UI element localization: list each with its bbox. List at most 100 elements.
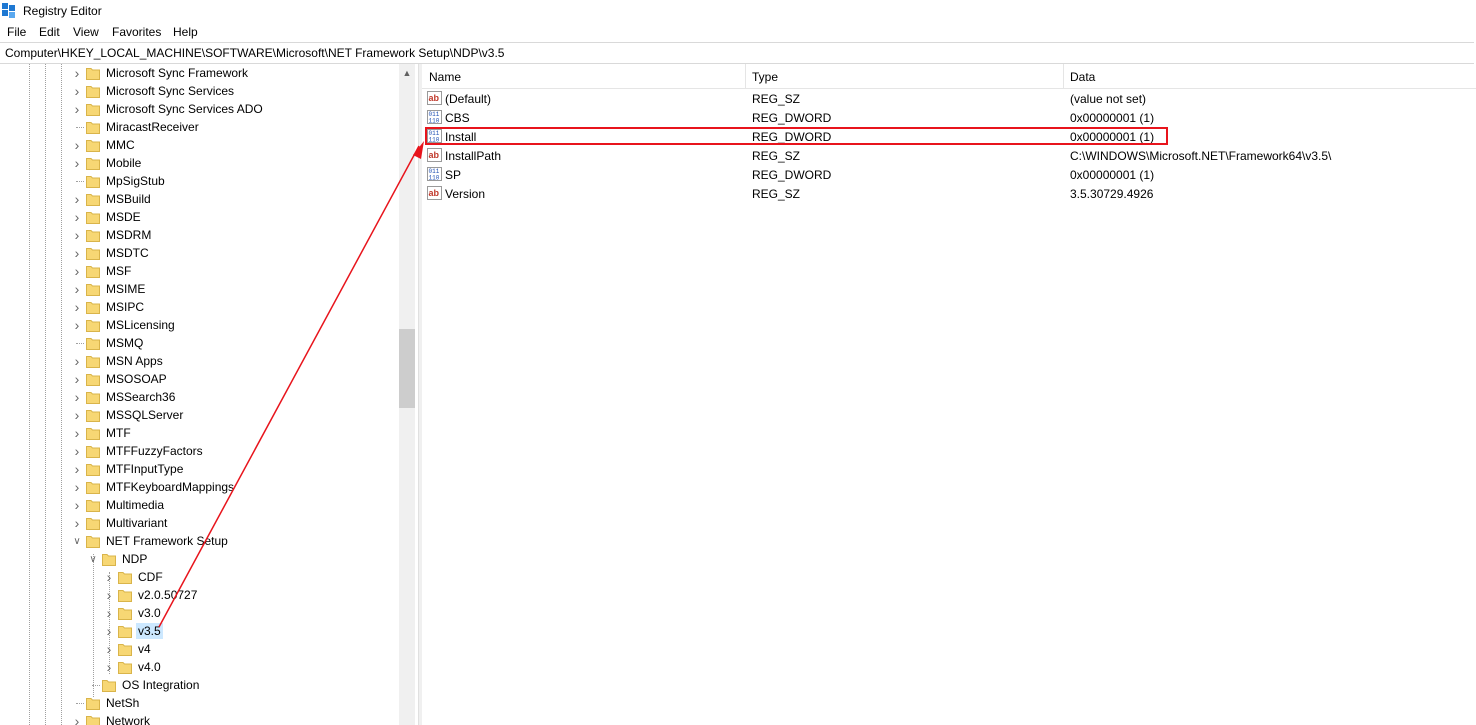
chevron-right-icon[interactable]: ›	[72, 155, 82, 171]
scroll-thumb[interactable]	[399, 329, 415, 408]
tree-item[interactable]: › MSSearch36	[0, 388, 399, 406]
tree-item[interactable]: › v4	[0, 640, 399, 658]
scroll-up-button[interactable]: ▲	[399, 64, 415, 81]
chevron-right-icon[interactable]: ›	[72, 389, 82, 405]
tree-item[interactable]: › MMC	[0, 136, 399, 154]
tree-scrollbar[interactable]: ▲	[399, 64, 415, 725]
chevron-right-icon[interactable]: ›	[72, 191, 82, 207]
tree-item-label[interactable]: MMC	[104, 137, 137, 153]
value-row[interactable]: 011 110 SP REG_DWORD 0x00000001 (1)	[422, 165, 1476, 184]
tree-item[interactable]: › MSDTC	[0, 244, 399, 262]
tree-item-label[interactable]: MSIPC	[104, 299, 146, 315]
tree-item-label[interactable]: MSIME	[104, 281, 147, 297]
address-path[interactable]: Computer\HKEY_LOCAL_MACHINE\SOFTWARE\Mic…	[5, 46, 504, 60]
column-separator[interactable]	[745, 64, 746, 88]
tree-item[interactable]: MSMQ	[0, 334, 399, 352]
tree-item[interactable]: › v3.0	[0, 604, 399, 622]
tree-item[interactable]: ∨ NDP	[0, 550, 399, 568]
chevron-right-icon[interactable]: ›	[104, 605, 114, 621]
tree-item[interactable]: › Microsoft Sync Services ADO	[0, 100, 399, 118]
tree-item-label[interactable]: MSMQ	[104, 335, 145, 351]
tree-item[interactable]: › Microsoft Sync Services	[0, 82, 399, 100]
tree-item[interactable]: › v4.0	[0, 658, 399, 676]
tree-item-label[interactable]: Microsoft Sync Services ADO	[104, 101, 265, 117]
column-data-header[interactable]: Data	[1070, 70, 1095, 84]
tree-item-label[interactable]: v4	[136, 641, 153, 657]
tree-item-label[interactable]: NetSh	[104, 695, 141, 711]
menu-view[interactable]: View	[73, 25, 99, 39]
tree-item-label[interactable]: MTFKeyboardMappings	[104, 479, 236, 495]
chevron-right-icon[interactable]: ›	[72, 227, 82, 243]
chevron-right-icon[interactable]: ›	[72, 137, 82, 153]
column-separator[interactable]	[1063, 64, 1064, 88]
tree-item[interactable]: › MSSQLServer	[0, 406, 399, 424]
tree-item[interactable]: › Multivariant	[0, 514, 399, 532]
tree-item-label[interactable]: Network	[104, 713, 152, 725]
tree-item[interactable]: ∨ NET Framework Setup	[0, 532, 399, 550]
tree-item-label[interactable]: MSSQLServer	[104, 407, 185, 423]
tree-item[interactable]: › MSIME	[0, 280, 399, 298]
tree-item[interactable]: › MTF	[0, 424, 399, 442]
value-row[interactable]: ab Version REG_SZ 3.5.30729.4926	[422, 184, 1476, 203]
tree-item-label[interactable]: MSSearch36	[104, 389, 177, 405]
tree-item-label[interactable]: MSLicensing	[104, 317, 177, 333]
values-list[interactable]: Name Type Data ab (Default) REG_SZ (value n…	[422, 64, 1476, 725]
chevron-right-icon[interactable]: ›	[72, 407, 82, 423]
chevron-right-icon[interactable]: ›	[72, 299, 82, 315]
tree-item-label[interactable]: MTF	[104, 425, 133, 441]
chevron-right-icon[interactable]: ›	[72, 443, 82, 459]
chevron-right-icon[interactable]: ›	[72, 209, 82, 225]
tree-item[interactable]: NetSh	[0, 694, 399, 712]
tree-item-label[interactable]: Microsoft Sync Services	[104, 83, 236, 99]
tree-item-label[interactable]: MTFInputType	[104, 461, 185, 477]
tree-item-label[interactable]: Microsoft Sync Framework	[104, 65, 250, 81]
tree-item-label[interactable]: MSF	[104, 263, 133, 279]
menu-file[interactable]: File	[7, 25, 26, 39]
chevron-right-icon[interactable]: ›	[72, 515, 82, 531]
tree-item[interactable]: › Microsoft Sync Framework	[0, 64, 399, 82]
tree-item-label[interactable]: v3.0	[136, 605, 163, 621]
tree-item[interactable]: › MTFInputType	[0, 460, 399, 478]
address-bar[interactable]: Computer\HKEY_LOCAL_MACHINE\SOFTWARE\Mic…	[0, 42, 1474, 64]
tree-item[interactable]: MpSigStub	[0, 172, 399, 190]
chevron-right-icon[interactable]: ›	[104, 623, 114, 639]
tree-item-label[interactable]: CDF	[136, 569, 165, 585]
tree-item[interactable]: › MSN Apps	[0, 352, 399, 370]
chevron-down-icon[interactable]: ∨	[72, 536, 82, 547]
value-row[interactable]: ab InstallPath REG_SZ C:\WINDOWS\Microsoft.…	[422, 146, 1476, 165]
value-row[interactable]: ab (Default) REG_SZ (value not set)	[422, 89, 1476, 108]
tree-item[interactable]: › MSDRM	[0, 226, 399, 244]
tree-item-label[interactable]: MiracastReceiver	[104, 119, 201, 135]
tree-item[interactable]: › MTFKeyboardMappings	[0, 478, 399, 496]
tree-item-label[interactable]: Multimedia	[104, 497, 166, 513]
chevron-right-icon[interactable]: ›	[72, 461, 82, 477]
tree-item-label[interactable]: v4.0	[136, 659, 163, 675]
chevron-right-icon[interactable]: ›	[72, 83, 82, 99]
tree-item[interactable]: › MSBuild	[0, 190, 399, 208]
tree-item-label[interactable]: MSBuild	[104, 191, 153, 207]
value-row[interactable]: 011 110 CBS REG_DWORD 0x00000001 (1)	[422, 108, 1476, 127]
chevron-right-icon[interactable]: ›	[72, 101, 82, 117]
tree-item-label[interactable]: NET Framework Setup	[104, 533, 230, 549]
chevron-right-icon[interactable]: ›	[72, 263, 82, 279]
menu-help[interactable]: Help	[173, 25, 198, 39]
tree-item[interactable]: › Network	[0, 712, 399, 725]
tree-item-label[interactable]: v2.0.50727	[136, 587, 199, 603]
tree-item[interactable]: › MSF	[0, 262, 399, 280]
chevron-right-icon[interactable]: ›	[72, 371, 82, 387]
tree-item[interactable]: OS Integration	[0, 676, 399, 694]
chevron-right-icon[interactable]: ›	[72, 479, 82, 495]
menu-favorites[interactable]: Favorites	[112, 25, 161, 39]
chevron-right-icon[interactable]: ›	[104, 659, 114, 675]
tree-item-label[interactable]: MpSigStub	[104, 173, 167, 189]
tree-item[interactable]: MiracastReceiver	[0, 118, 399, 136]
tree-item-label[interactable]: NDP	[120, 551, 149, 567]
tree-item-label[interactable]: OS Integration	[120, 677, 201, 693]
chevron-right-icon[interactable]: ›	[72, 65, 82, 81]
tree-item[interactable]: › MSIPC	[0, 298, 399, 316]
tree-item[interactable]: › MSLicensing	[0, 316, 399, 334]
tree-item-label[interactable]: Multivariant	[104, 515, 169, 531]
menu-edit[interactable]: Edit	[39, 25, 60, 39]
tree-item-label[interactable]: MSDRM	[104, 227, 153, 243]
chevron-right-icon[interactable]: ›	[104, 641, 114, 657]
